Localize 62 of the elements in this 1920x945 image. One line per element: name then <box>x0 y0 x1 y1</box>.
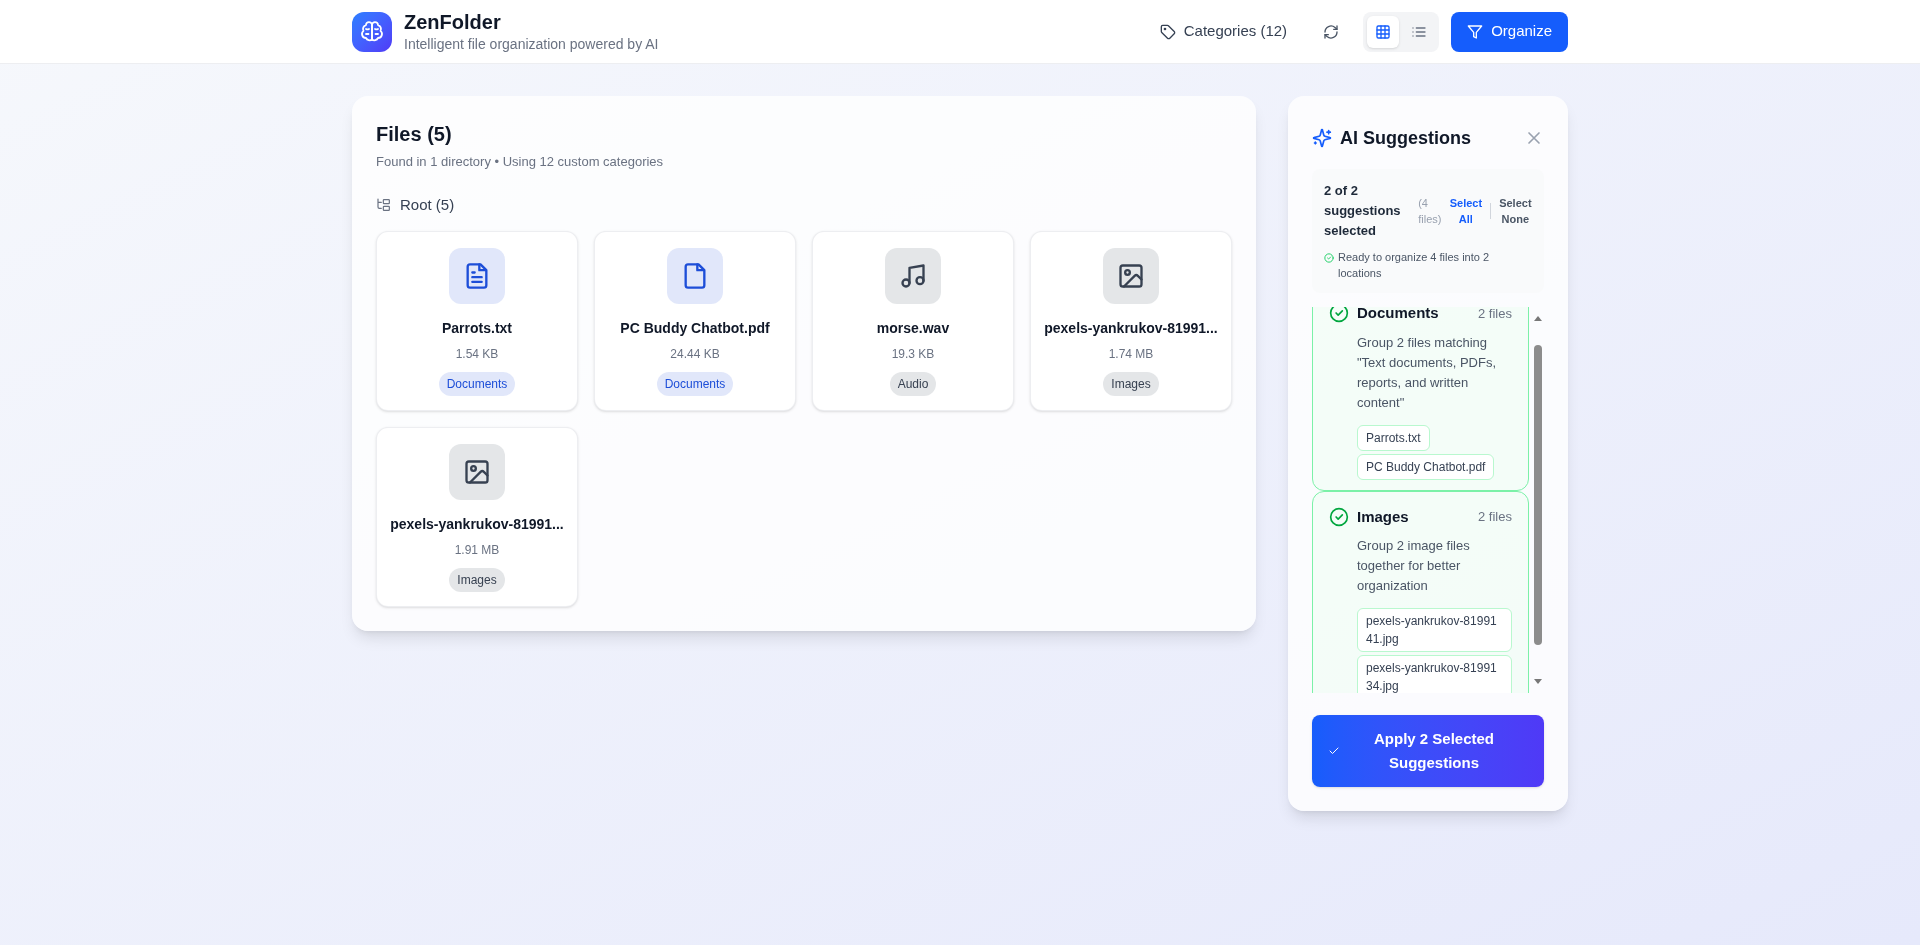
file-card[interactable]: Parrots.txt 1.54 KB Documents <box>376 231 578 411</box>
suggestion-description: Group 2 image files together for better organization <box>1357 537 1471 595</box>
category-tag: Documents <box>656 372 734 396</box>
suggestion-title: Images <box>1357 506 1410 527</box>
group-label: Root (5) <box>400 194 455 215</box>
file-size: 19.3 KB <box>891 346 935 363</box>
file-chip: pexels-yankrukov-8199141.jpg <box>1357 608 1512 652</box>
file-chip: Parrots.txt <box>1357 424 1430 451</box>
document-icon <box>449 248 505 304</box>
selected-count: 2 of 2 suggestions selected <box>1324 182 1402 240</box>
select-none-link[interactable]: Select None <box>1498 195 1532 227</box>
file-total: (4 files) <box>1418 196 1442 227</box>
file-card[interactable]: pexels-yankrukov-81991... 1.74 MB Images <box>1030 231 1232 411</box>
file-card[interactable]: morse.wav 19.3 KB Audio <box>812 231 1014 411</box>
file-chip: PC Buddy Chatbot.pdf <box>1357 453 1495 480</box>
check-circle-icon <box>1324 253 1334 263</box>
app-subtitle: Intelligent file organization powered by AI <box>404 34 659 54</box>
category-tag: Audio <box>889 372 937 396</box>
file-size: 1.74 MB <box>1108 346 1154 363</box>
music-note-icon <box>885 248 941 304</box>
check-circle-icon <box>1329 506 1349 527</box>
app-title: ZenFolder <box>404 9 502 34</box>
apply-button[interactable]: Apply 2 Selected Suggestions <box>1312 715 1544 787</box>
file-size: 1.54 KB <box>455 346 499 363</box>
file-size: 24.44 KB <box>670 346 720 363</box>
categories-button[interactable]: Categories (12) <box>1147 11 1300 52</box>
file-icon <box>667 248 723 304</box>
image-icon <box>1103 248 1159 304</box>
filter-icon <box>1467 23 1484 40</box>
file-count: 2 files <box>1478 307 1512 323</box>
grid-view-button[interactable] <box>1367 15 1400 48</box>
panel-title: AI Suggestions <box>1340 127 1471 150</box>
files-subtitle: Found in 1 directory • Using 12 custom categories <box>376 153 665 171</box>
grid-view-icon <box>1375 23 1392 40</box>
select-all-link[interactable]: Select All <box>1449 195 1482 227</box>
suggestion-card[interactable]: Documents 2 files Group 2 files matching "Text documents, PDFs, reports, and written content" Parrots.txt PC Buddy Chatbot.pdf <box>1312 307 1529 491</box>
sparkles-icon <box>1312 128 1332 148</box>
suggestion-title: Documents <box>1357 307 1440 323</box>
file-size: 1.91 MB <box>454 542 500 559</box>
check-icon <box>1328 745 1340 757</box>
category-tag: Images <box>1103 372 1159 396</box>
file-card[interactable]: pexels-yankrukov-81991... 1.91 MB Images <box>376 427 578 607</box>
tag-icon <box>1159 23 1176 40</box>
brain-logo-icon <box>352 11 392 52</box>
file-name: pexels-yankrukov-81991... <box>1044 319 1218 338</box>
file-name: pexels-yankrukov-81991... <box>390 515 564 534</box>
organize-button[interactable]: Organize <box>1451 11 1568 52</box>
file-name: morse.wav <box>876 319 950 338</box>
suggestion-description: Group 2 files matching "Text documents, PDFs, reports, and written content" <box>1357 333 1497 412</box>
file-name: PC Buddy Chatbot.pdf <box>620 319 770 338</box>
file-card[interactable]: PC Buddy Chatbot.pdf 24.44 KB Documents <box>594 231 796 411</box>
file-count: 2 files <box>1478 508 1512 526</box>
category-tag: Documents <box>438 372 516 396</box>
files-title: Files (5) <box>376 122 453 147</box>
file-chip: pexels-yankrukov-8199134.jpg <box>1357 655 1512 693</box>
file-name: Parrots.txt <box>442 319 512 338</box>
refresh-icon <box>1323 23 1340 40</box>
image-icon <box>449 444 505 500</box>
folder-tree-icon <box>376 196 392 213</box>
category-tag: Images <box>449 568 505 592</box>
status-text: Ready to organize 4 files into 2 locations <box>1338 250 1491 281</box>
suggestion-card[interactable]: Images 2 files Group 2 image files together for better organization pexels-yankrukov-8199141.jpg pexels-yankrukov-8199134.jpg <box>1312 490 1529 693</box>
